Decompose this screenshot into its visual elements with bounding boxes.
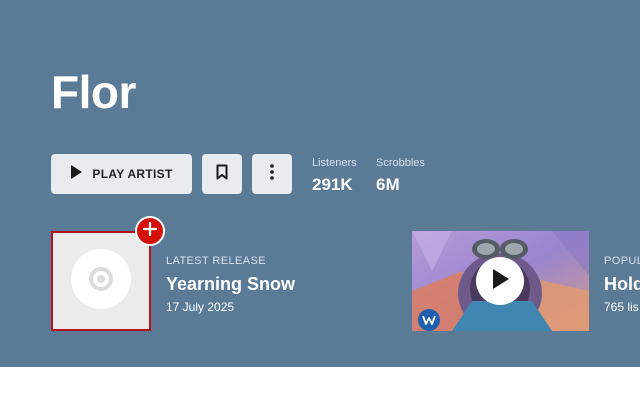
play-icon [70, 164, 83, 184]
popular-track-info: POPUL Hold 765 lis [604, 254, 640, 315]
add-release-button[interactable] [135, 216, 165, 246]
disc-icon [70, 248, 132, 315]
scrobbles-label: Scrobbles [376, 157, 425, 169]
latest-release-date: 17 July 2025 [166, 300, 235, 314]
latest-release-cover[interactable] [51, 231, 151, 331]
artist-name: Flor [51, 66, 136, 118]
bookmark-button[interactable] [202, 154, 242, 194]
record-label-logo [418, 309, 440, 331]
scrobbles-stat: Scrobbles 6M [376, 156, 425, 195]
latest-release-info: LATEST RELEASE Yearning Snow 17 July 202… [166, 254, 295, 315]
listeners-label: Listeners [312, 157, 357, 169]
artist-header: Flor PLAY ARTIST Listeners 291K Scrobble… [0, 0, 640, 367]
popular-track-title[interactable]: Hold [604, 273, 640, 295]
latest-release-title[interactable]: Yearning Snow [166, 273, 295, 295]
more-options-button[interactable] [252, 154, 292, 194]
play-icon [491, 268, 509, 294]
latest-release-eyebrow: LATEST RELEASE [166, 255, 266, 267]
more-vertical-icon [270, 163, 274, 185]
bookmark-icon [216, 164, 228, 185]
play-artist-button[interactable]: PLAY ARTIST [51, 154, 192, 194]
popular-eyebrow: POPUL [604, 255, 640, 267]
listeners-value: 291K [312, 175, 353, 194]
popular-track-meta: 765 lis [604, 300, 639, 314]
play-video-button[interactable] [476, 257, 524, 305]
listeners-stat: Listeners 291K [312, 156, 357, 195]
scrobbles-value: 6M [376, 175, 400, 194]
play-artist-label: PLAY ARTIST [92, 167, 173, 181]
plus-icon [142, 221, 158, 241]
